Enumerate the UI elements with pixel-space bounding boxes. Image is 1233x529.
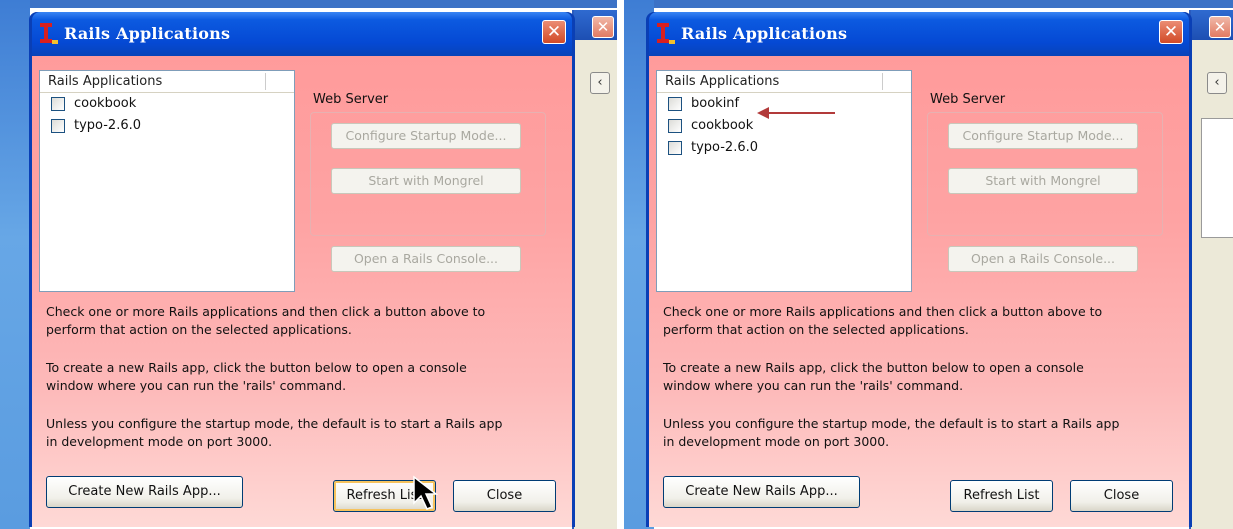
- list-header-label: Rails Applications: [48, 74, 163, 89]
- instantrails-icon: [657, 23, 675, 44]
- open-rails-console-button[interactable]: Open a Rails Console...: [948, 246, 1138, 272]
- app-checkbox[interactable]: [668, 97, 682, 111]
- refresh-list-button[interactable]: Refresh List: [950, 480, 1053, 512]
- list-header[interactable]: Rails Applications: [40, 71, 294, 93]
- list-header-label: Rails Applications: [665, 74, 780, 89]
- instruction-line: Check one or more Rails applications and…: [663, 304, 1103, 319]
- instruction-line: window where you can run the 'rails' com…: [663, 378, 964, 393]
- app-name: bookinf: [691, 96, 740, 111]
- instruction-line: Unless you configure the startup mode, t…: [663, 416, 1120, 431]
- start-with-mongrel-button[interactable]: Start with Mongrel: [948, 168, 1138, 194]
- open-rails-console-button[interactable]: Open a Rails Console...: [331, 246, 521, 272]
- close-button[interactable]: Close: [1070, 480, 1173, 512]
- screenshot-before: ✕ ‹ Rails Applications ✕ Rails Applicati…: [0, 0, 617, 529]
- back-arrow-icon[interactable]: ‹: [1207, 72, 1227, 94]
- web-server-label: Web Server: [313, 92, 389, 107]
- mouse-cursor-icon: [413, 475, 439, 510]
- instruction-line: perform that action on the selected appl…: [663, 322, 969, 337]
- desktop-strip: [624, 0, 1233, 8]
- rails-applications-dialog: Rails Applications ✕ Rails Applications …: [646, 12, 1192, 527]
- app-checkbox[interactable]: [51, 119, 65, 133]
- background-content: [1201, 118, 1233, 238]
- start-with-mongrel-button[interactable]: Start with Mongrel: [331, 168, 521, 194]
- create-help-text: To create a new Rails app, click the but…: [663, 359, 1163, 395]
- app-checkbox[interactable]: [51, 97, 65, 111]
- background-close-icon[interactable]: ✕: [592, 16, 614, 38]
- column-separator[interactable]: [265, 73, 267, 90]
- app-checkbox[interactable]: [668, 119, 682, 133]
- instruction-line: Check one or more Rails applications and…: [46, 304, 486, 319]
- instruction-line: window where you can run the 'rails' com…: [46, 378, 347, 393]
- create-new-rails-app-button[interactable]: Create New Rails App...: [663, 476, 860, 508]
- desktop-strip: [0, 0, 617, 8]
- app-name: typo-2.6.0: [74, 118, 142, 133]
- startup-help-text: Unless you configure the startup mode, t…: [663, 415, 1163, 451]
- dialog-title: Rails Applications: [681, 24, 848, 43]
- instruction-line: in development mode on port 3000.: [663, 434, 890, 449]
- instruction-line: perform that action on the selected appl…: [46, 322, 352, 337]
- dialog-titlebar: Rails Applications ✕: [32, 12, 572, 56]
- list-item[interactable]: typo-2.6.0: [40, 115, 294, 137]
- startup-help-text: Unless you configure the startup mode, t…: [46, 415, 546, 451]
- instruction-line: To create a new Rails app, click the but…: [663, 360, 1084, 375]
- desktop-background: [0, 0, 30, 529]
- screenshot-after: ✕ ‹ Rails Applications ✕ Rails Applicati…: [624, 0, 1233, 529]
- instruction-line: in development mode on port 3000.: [46, 434, 273, 449]
- background-window: ✕ ‹: [572, 10, 617, 529]
- instruction-line: Unless you configure the startup mode, t…: [46, 416, 503, 431]
- dialog-title: Rails Applications: [64, 24, 231, 43]
- close-icon[interactable]: ✕: [542, 20, 566, 44]
- highlight-arrow-icon: [757, 107, 835, 119]
- create-help-text: To create a new Rails app, click the but…: [46, 359, 546, 395]
- configure-startup-mode-button[interactable]: Configure Startup Mode...: [331, 123, 521, 149]
- instruction-text: Check one or more Rails applications and…: [663, 303, 1163, 339]
- back-arrow-icon[interactable]: ‹: [590, 72, 610, 94]
- dialog-titlebar: Rails Applications ✕: [649, 12, 1189, 56]
- configure-startup-mode-button[interactable]: Configure Startup Mode...: [948, 123, 1138, 149]
- instantrails-icon: [40, 23, 58, 44]
- web-server-label: Web Server: [930, 92, 1006, 107]
- rails-applications-dialog: Rails Applications ✕ Rails Applications …: [29, 12, 575, 527]
- list-item[interactable]: cookbook: [40, 93, 294, 115]
- app-name: typo-2.6.0: [691, 140, 759, 155]
- list-header[interactable]: Rails Applications: [657, 71, 911, 93]
- close-icon[interactable]: ✕: [1159, 20, 1183, 44]
- dialog-client: Rails Applications cookbook typo-2.6.0 W…: [32, 56, 572, 527]
- rails-app-list[interactable]: Rails Applications bookinf cookbook typo…: [656, 70, 912, 292]
- instruction-text: Check one or more Rails applications and…: [46, 303, 546, 339]
- close-button[interactable]: Close: [453, 480, 556, 512]
- background-window: ✕ ‹: [1189, 10, 1233, 529]
- instruction-line: To create a new Rails app, click the but…: [46, 360, 467, 375]
- column-separator[interactable]: [882, 73, 884, 90]
- dialog-client: Rails Applications bookinf cookbook typo…: [649, 56, 1189, 527]
- list-item[interactable]: typo-2.6.0: [657, 137, 911, 159]
- app-name: cookbook: [691, 118, 754, 133]
- app-checkbox[interactable]: [668, 141, 682, 155]
- app-name: cookbook: [74, 96, 137, 111]
- rails-app-list[interactable]: Rails Applications cookbook typo-2.6.0: [39, 70, 295, 292]
- background-close-icon[interactable]: ✕: [1209, 16, 1231, 38]
- create-new-rails-app-button[interactable]: Create New Rails App...: [46, 476, 243, 508]
